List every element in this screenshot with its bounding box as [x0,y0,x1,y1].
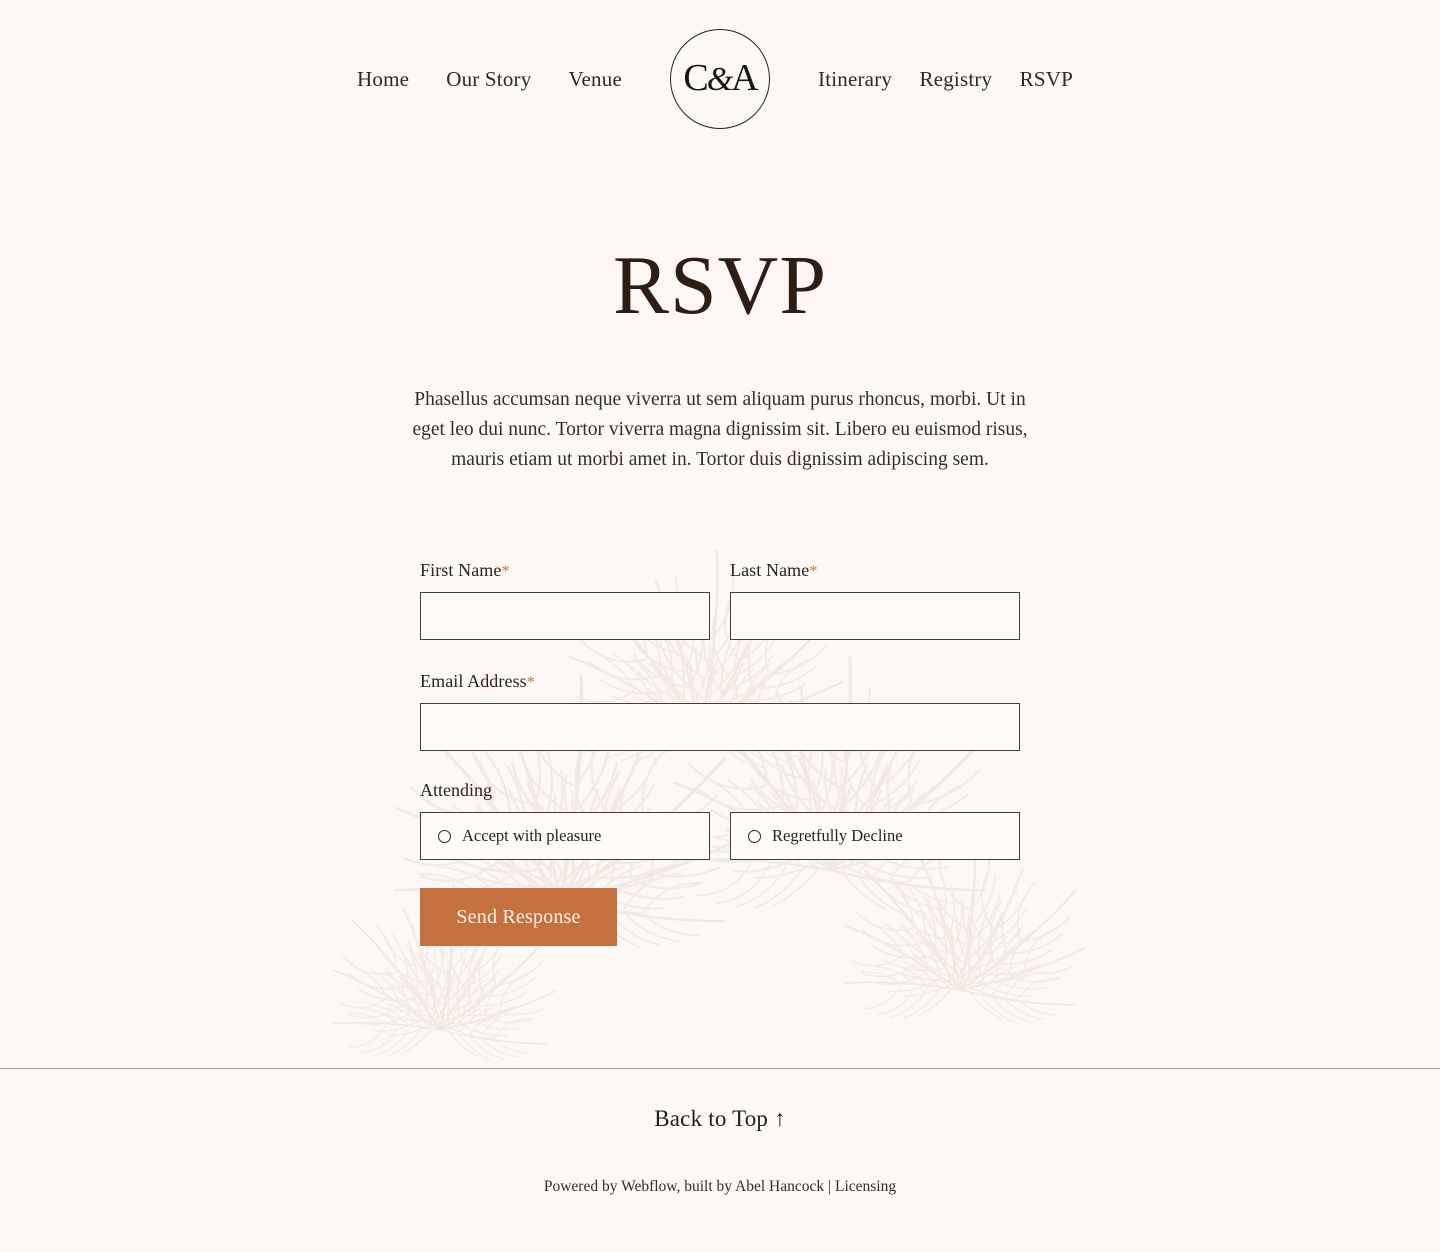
nav-item-itinerary[interactable]: Itinerary [818,68,892,90]
main-content: RSVP Phasellus accumsan neque viverra ut… [0,244,1440,946]
attending-label: Attending [420,780,492,800]
nav-item-our-story[interactable]: Our Story [446,68,531,90]
required-asterisk: * [526,674,535,691]
primary-nav-left: Home Our Story Venue [152,68,622,90]
send-response-button[interactable]: Send Response [420,888,617,946]
email-field: Email Address* [420,672,1020,751]
last-name-label: Last Name* [730,561,1020,580]
footer-credit: Powered by Webflow, built by Abel Hancoc… [543,1178,897,1195]
back-to-top-link[interactable]: Back to Top ↑ [654,1107,786,1130]
last-name-input[interactable] [730,592,1020,640]
required-asterisk: * [501,563,510,580]
logo-circle-icon: C&A [670,29,770,129]
nav-item-venue[interactable]: Venue [569,68,622,90]
attending-option-decline-label: Regretfully Decline [772,825,903,845]
primary-nav-right: Itinerary Registry RSVP [818,68,1288,90]
logo-letter-c: C [683,56,708,99]
radio-circle-icon[interactable] [438,829,451,843]
attending-option-decline[interactable]: Regretfully Decline [730,812,1020,860]
first-name-label: First Name* [420,561,710,580]
first-name-label-text: First Name [420,560,502,580]
radio-circle-icon[interactable] [748,829,761,843]
first-name-input[interactable] [420,592,710,640]
site-footer: Back to Top ↑ Powered by Webflow, built … [0,1069,1440,1195]
logo-letter-a: A [731,56,758,99]
rsvp-form: First Name* Last Name* Email Address* At… [420,561,1020,946]
attending-options-row: Accept with pleasure Regretfully Decline [420,812,1020,860]
email-label: Email Address* [420,672,1020,691]
page-title: RSVP [612,239,828,332]
attending-option-accept[interactable]: Accept with pleasure [420,812,710,860]
intro-paragraph: Phasellus accumsan neque viverra ut sem … [412,389,1028,470]
name-field-row: First Name* Last Name* [420,561,1020,640]
logo-ampersand: & [706,60,733,98]
site-header: Home Our Story Venue C&A Itinerary Regis… [0,0,1440,158]
last-name-field: Last Name* [730,561,1020,640]
nav-item-home[interactable]: Home [357,68,409,90]
site-logo[interactable]: C&A [622,29,818,129]
email-input[interactable] [420,703,1020,751]
nav-item-rsvp[interactable]: RSVP [1020,68,1073,90]
email-label-text: Email Address [420,671,527,691]
required-asterisk: * [809,563,818,580]
last-name-label-text: Last Name [730,560,810,580]
attending-field-group: Attending Accept with pleasure Regretful… [420,781,1020,860]
first-name-field: First Name* [420,561,710,640]
logo-monogram: C&A [683,56,758,100]
rsvp-page: Home Our Story Venue C&A Itinerary Regis… [0,0,1440,1252]
nav-item-registry[interactable]: Registry [919,68,992,90]
attending-option-accept-label: Accept with pleasure [462,825,602,845]
